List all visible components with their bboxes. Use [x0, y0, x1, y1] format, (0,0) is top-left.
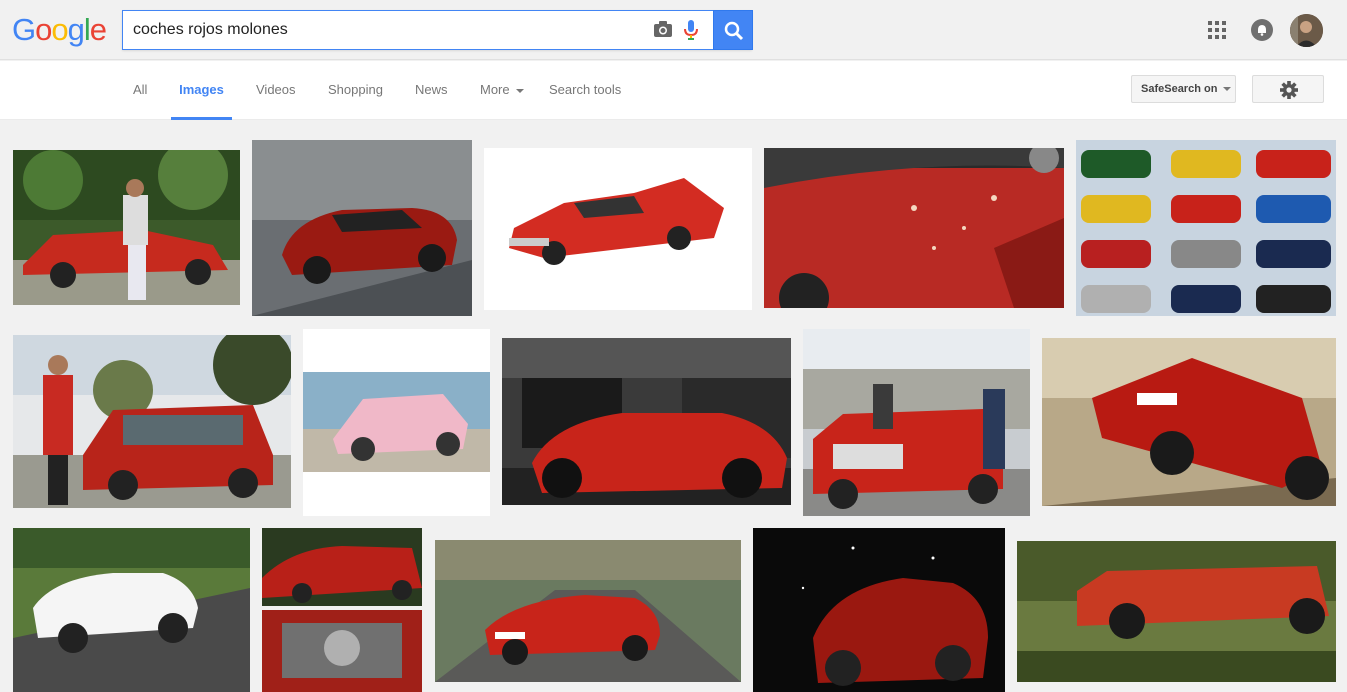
settings-button[interactable] [1252, 75, 1324, 103]
tab-all[interactable]: All [133, 61, 147, 120]
search-icon [724, 21, 744, 41]
logo-letter: o [35, 12, 52, 47]
search-button[interactable] [713, 10, 753, 50]
notifications-icon[interactable] [1251, 19, 1273, 41]
image-result[interactable] [13, 150, 240, 305]
image-result[interactable] [13, 528, 250, 692]
logo-letter: o [51, 12, 68, 47]
image-result[interactable] [484, 148, 752, 310]
image-result[interactable] [13, 335, 291, 508]
safesearch-dropdown[interactable]: SafeSearch on [1131, 75, 1236, 103]
image-result[interactable] [1076, 140, 1336, 316]
logo-letter: e [89, 12, 107, 47]
camera-icon[interactable] [653, 20, 673, 43]
safesearch-label: SafeSearch on [1141, 83, 1218, 95]
apps-grid-icon[interactable] [1208, 21, 1226, 44]
tab-search-tools[interactable]: Search tools [549, 61, 621, 120]
tab-images[interactable]: Images [171, 61, 232, 120]
avatar[interactable] [1290, 14, 1323, 47]
tab-more[interactable]: More [480, 61, 525, 120]
tab-videos[interactable]: Videos [256, 61, 296, 120]
gear-icon [1280, 81, 1298, 99]
image-result[interactable] [502, 338, 791, 505]
search-input[interactable] [133, 19, 633, 41]
tab-more-label: More [480, 82, 510, 97]
google-logo[interactable]: Google [12, 12, 107, 47]
image-result[interactable] [262, 528, 422, 692]
chevron-down-icon [1223, 87, 1232, 92]
image-result[interactable] [303, 329, 490, 516]
tab-news[interactable]: News [415, 61, 448, 120]
microphone-icon[interactable] [683, 19, 699, 46]
image-result[interactable] [1017, 541, 1336, 682]
logo-letter: g [67, 12, 85, 47]
search-box [122, 10, 753, 50]
tab-shopping[interactable]: Shopping [328, 61, 383, 120]
image-result[interactable] [252, 140, 472, 316]
top-bar: Google [0, 0, 1347, 60]
image-result[interactable] [435, 540, 741, 682]
logo-letter: G [12, 12, 36, 47]
image-result[interactable] [803, 329, 1030, 516]
image-result[interactable] [1042, 338, 1336, 506]
nav-bar: All Images Videos Shopping News More Sea… [0, 61, 1347, 120]
image-result[interactable] [764, 148, 1064, 308]
image-result[interactable] [753, 528, 1005, 692]
chevron-down-icon [516, 88, 525, 93]
